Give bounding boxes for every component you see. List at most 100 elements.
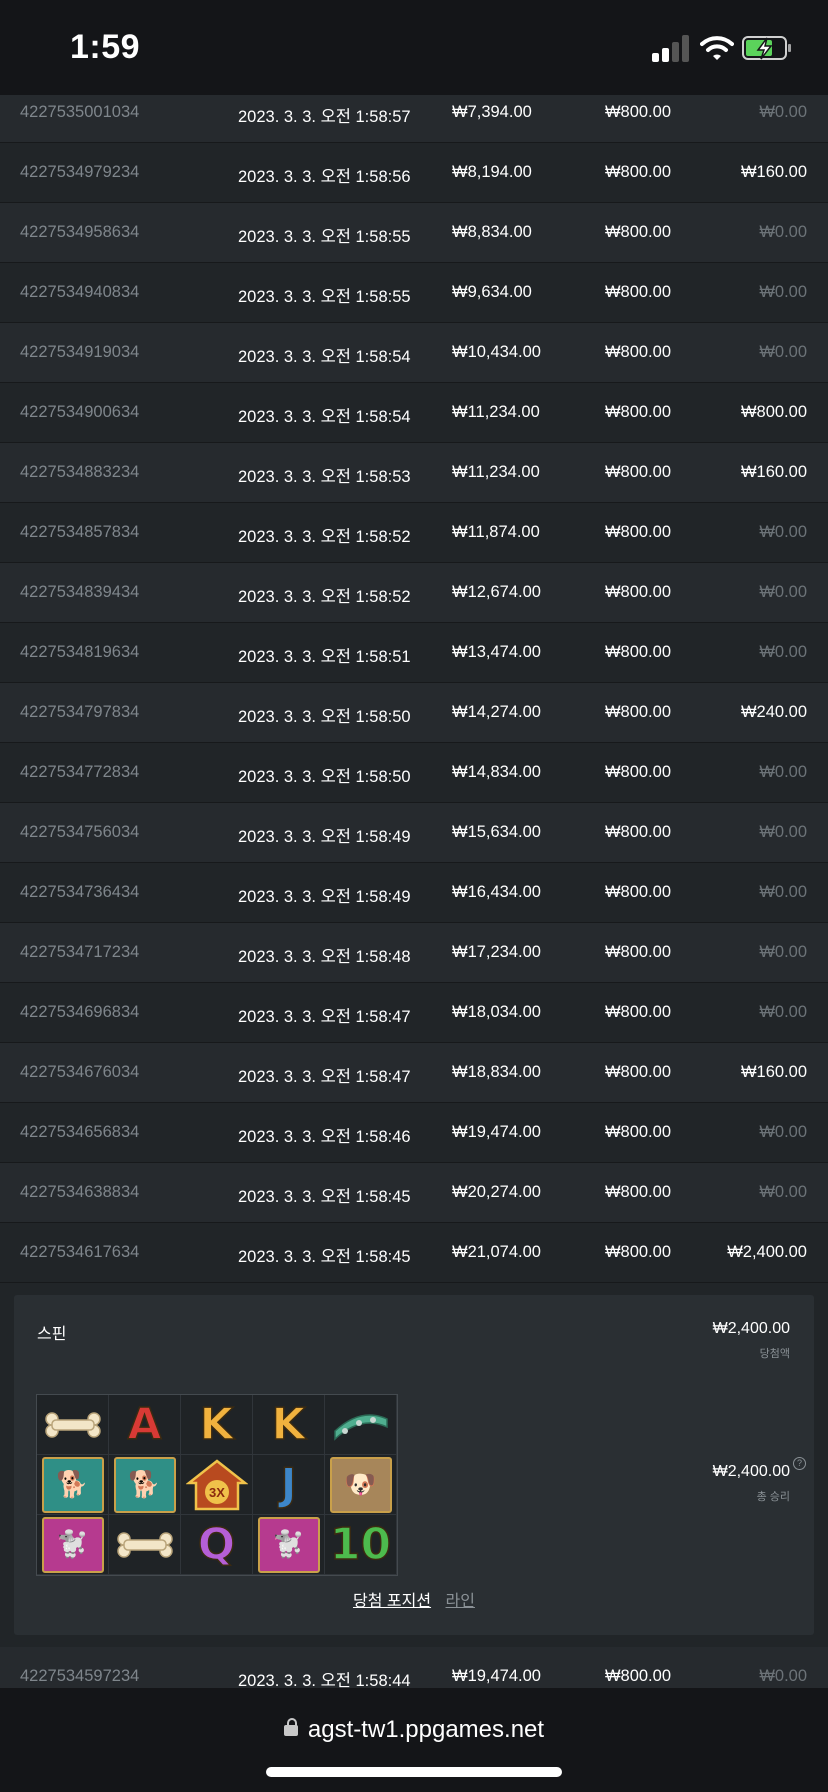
total-win-label: 총 승리 [756,1491,790,1503]
bone-icon [37,1395,109,1455]
table-row[interactable]: 4227534717234 2023. 3. 3. 오전 1:58:48 ₩17,2… [0,923,828,983]
round-win: ₩0.00 [759,283,807,301]
table-row[interactable]: 4227534756034 2023. 3. 3. 오전 1:58:49 ₩15,6… [0,803,828,863]
dog-tile: 🐩 [41,1516,104,1573]
round-balance: ₩12,674.00 [452,583,541,601]
round-id: 4227534597234 [20,1667,140,1685]
table-row[interactable]: 4227534676034 2023. 3. 3. 오전 1:58:47 ₩18,8… [0,1043,828,1103]
table-row[interactable]: 4227534883234 2023. 3. 3. 오전 1:58:53 ₩11,2… [0,443,828,503]
round-bet: ₩800.00 [604,1063,671,1081]
bet-history-list[interactable]: 4227535001034 2023. 3. 3. 오전 1:58:57 ₩7,39… [0,95,828,1688]
round-date: 2023. 3. 3. 오전 1:58:48 [238,948,411,966]
shihtzu-dog-icon: 🐩 [253,1515,325,1575]
table-row[interactable]: 4227534597234 2023. 3. 3. 오전 1:58:44 ₩19,4… [0,1647,828,1688]
tab-win-positions[interactable]: 당첨 포지션 [353,1593,431,1610]
round-balance: ₩18,834.00 [452,1063,541,1081]
symbol-j: J [253,1455,325,1515]
round-win: ₩240.00 [740,703,807,721]
address-bar[interactable]: agst-tw1.ppgames.net [0,1716,828,1744]
round-bet: ₩800.00 [604,1243,671,1261]
round-win: ₩0.00 [759,1003,807,1021]
round-balance: ₩13,474.00 [452,643,541,661]
round-win: ₩800.00 [740,403,807,421]
round-id: 4227534797834 [20,703,140,721]
round-id: 4227535001034 [20,103,140,121]
round-date: 2023. 3. 3. 오전 1:58:49 [238,828,411,846]
round-id: 4227534756034 [20,823,140,841]
table-row[interactable]: 4227534958634 2023. 3. 3. 오전 1:58:55 ₩8,83… [0,203,828,263]
table-row[interactable]: 4227534696834 2023. 3. 3. 오전 1:58:47 ₩18,0… [0,983,828,1043]
round-date: 2023. 3. 3. 오전 1:58:56 [238,168,411,186]
round-win: ₩160.00 [740,163,807,181]
table-row[interactable]: 4227534638834 2023. 3. 3. 오전 1:58:45 ₩20,2… [0,1163,828,1223]
symbol-letter: J [280,1458,298,1511]
beagle-dog-icon: 🐕 [37,1455,109,1515]
round-date: 2023. 3. 3. 오전 1:58:54 [238,348,411,366]
table-row[interactable]: 4227534919034 2023. 3. 3. 오전 1:58:54 ₩10,4… [0,323,828,383]
symbol-k: K [181,1395,253,1455]
round-bet: ₩800.00 [604,1123,671,1141]
table-row[interactable]: 4227534617634 2023. 3. 3. 오전 1:58:45 ₩21,0… [0,1223,828,1283]
round-id: 4227534883234 [20,463,140,481]
round-id: 4227534857834 [20,523,140,541]
round-date: 2023. 3. 3. 오전 1:58:50 [238,768,411,786]
cellular-signal-icon [652,35,690,62]
symbol-letter: 10 [329,1518,392,1571]
status-bar: 1:59 [0,0,828,95]
tab-lines[interactable]: 라인 [446,1593,475,1610]
table-row[interactable]: 4227534839434 2023. 3. 3. 오전 1:58:52 ₩12,6… [0,563,828,623]
round-balance: ₩16,434.00 [452,883,541,901]
round-bet: ₩800.00 [604,643,671,661]
round-date: 2023. 3. 3. 오전 1:58:54 [238,408,411,426]
table-row[interactable]: 4227534900634 2023. 3. 3. 오전 1:58:54 ₩11,2… [0,383,828,443]
spin-title: 스핀 [37,1326,67,1343]
table-row[interactable]: 4227534797834 2023. 3. 3. 오전 1:58:50 ₩14,2… [0,683,828,743]
round-balance: ₩8,834.00 [452,223,532,241]
round-balance: ₩19,474.00 [452,1123,541,1141]
table-row[interactable]: 4227534979234 2023. 3. 3. 오전 1:58:56 ₩8,19… [0,143,828,203]
round-id: 4227534638834 [20,1183,140,1201]
round-id: 4227534958634 [20,223,140,241]
round-bet: ₩800.00 [604,403,671,421]
round-win: ₩0.00 [759,103,807,121]
round-date: 2023. 3. 3. 오전 1:58:51 [238,648,411,666]
round-win: ₩0.00 [759,343,807,361]
round-win: ₩0.00 [759,763,807,781]
table-row[interactable]: 4227535001034 2023. 3. 3. 오전 1:58:57 ₩7,39… [0,95,828,143]
browser-bottom-bar: agst-tw1.ppgames.net [0,1688,828,1792]
round-date: 2023. 3. 3. 오전 1:58:53 [238,468,411,486]
round-balance: ₩14,834.00 [452,763,541,781]
symbol-letter: A [127,1398,163,1451]
round-win: ₩0.00 [759,1183,807,1201]
pug-dog-icon: 🐶 [325,1455,397,1515]
round-id: 4227534919034 [20,343,140,361]
table-row[interactable]: 4227534819634 2023. 3. 3. 오전 1:58:51 ₩13,4… [0,623,828,683]
table-row[interactable]: 4227534772834 2023. 3. 3. 오전 1:58:50 ₩14,8… [0,743,828,803]
round-bet: ₩800.00 [604,103,671,121]
wild-multiplier: 3X [209,1485,225,1500]
home-indicator[interactable] [266,1767,562,1777]
round-win: ₩160.00 [740,1063,807,1081]
round-id: 4227534717234 [20,943,140,961]
round-date: 2023. 3. 3. 오전 1:58:45 [238,1248,411,1266]
beagle-dog-icon: 🐕 [109,1455,181,1515]
round-win: ₩160.00 [740,463,807,481]
table-row[interactable]: 4227534656834 2023. 3. 3. 오전 1:58:46 ₩19,4… [0,1103,828,1163]
doghouse-wild-icon: 3X [181,1455,253,1515]
round-id: 4227534656834 [20,1123,140,1141]
symbol-letter: K [199,1398,235,1451]
shihtzu-dog-icon: 🐩 [37,1515,109,1575]
spin-detail-panel: 스핀 ₩2,400.00 당첨액 A K K 🐕 🐕 3X J 🐶 🐩 Q 🐩 10 ₩2,400.0… [14,1295,814,1635]
table-row[interactable]: 4227534940834 2023. 3. 3. 오전 1:58:55 ₩9,63… [0,263,828,323]
dog-tile: 🐩 [257,1516,320,1573]
table-row[interactable]: 4227534736434 2023. 3. 3. 오전 1:58:49 ₩16,4… [0,863,828,923]
round-win: ₩2,400.00 [727,1243,807,1261]
help-icon[interactable]: ? [793,1457,806,1470]
round-date: 2023. 3. 3. 오전 1:58:55 [238,228,411,246]
round-id: 4227534617634 [20,1243,140,1261]
dog-tile: 🐕 [41,1456,104,1513]
round-win: ₩0.00 [759,1123,807,1141]
round-win: ₩0.00 [759,883,807,901]
battery-charging-icon [742,36,791,60]
table-row[interactable]: 4227534857834 2023. 3. 3. 오전 1:58:52 ₩11,8… [0,503,828,563]
